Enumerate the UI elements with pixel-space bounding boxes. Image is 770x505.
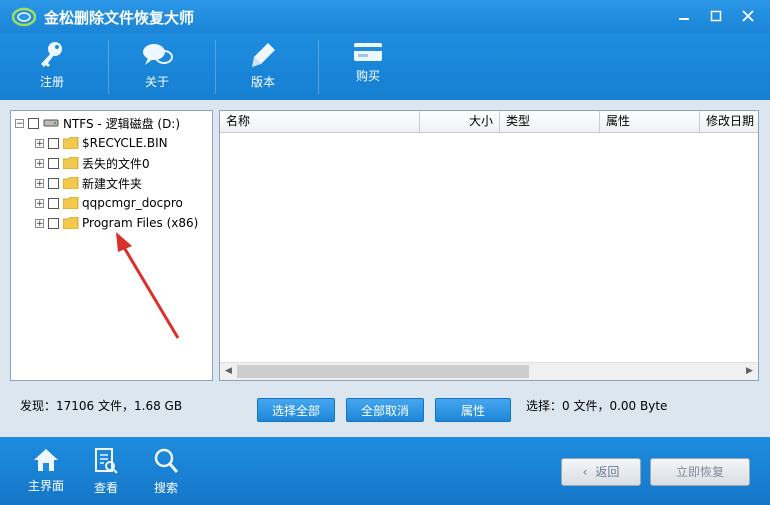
version-label: 版本: [250, 75, 275, 89]
scroll-thumb[interactable]: [237, 365, 529, 378]
card-icon: [354, 43, 382, 61]
column-header-modified[interactable]: 修改日期: [700, 111, 758, 132]
chat-icon: [143, 44, 173, 65]
column-header-type[interactable]: 类型: [500, 111, 600, 132]
search-icon: [154, 448, 179, 473]
buy-label: 购买: [355, 69, 380, 83]
column-header-size[interactable]: 大小: [420, 111, 500, 132]
home-label: 主界面: [27, 479, 64, 493]
document-search-icon: [95, 448, 118, 474]
toolbar-divider: [108, 40, 109, 94]
top-toolbar: 注册 关于 版本 购买: [0, 34, 770, 101]
register-button[interactable]: 注册: [17, 40, 87, 94]
maximize-icon: [710, 10, 722, 22]
tree-item-label: qqpcmgr_docpro: [82, 196, 183, 210]
home-icon: [34, 449, 58, 471]
folder-icon: [63, 137, 79, 149]
tree-item-label: 新建文件夹: [82, 176, 143, 191]
tree-checkbox[interactable]: [48, 177, 59, 189]
tree-root[interactable]: − NTFS - 逻辑磁盘 (D:): [15, 114, 180, 132]
tree-item[interactable]: + qqpcmgr_docpro: [35, 194, 183, 212]
horizontal-scrollbar[interactable]: ◀ ▶: [220, 362, 758, 380]
recover-now-button[interactable]: 立即恢复: [650, 458, 750, 486]
folder-icon: [63, 177, 79, 189]
back-button[interactable]: ‹ 返回: [561, 458, 641, 486]
search-button[interactable]: 搜索: [141, 447, 191, 496]
key-icon: [41, 42, 62, 67]
tree-item[interactable]: + 丢失的文件0: [35, 154, 150, 172]
found-status: 发现：17106 文件，1.68 GB: [20, 399, 183, 413]
tree-item-label: 丢失的文件0: [82, 156, 150, 171]
select-all-button[interactable]: 选择全部: [257, 398, 335, 422]
title-bar: 金松删除文件恢复大师: [0, 0, 770, 34]
expand-toggle[interactable]: +: [35, 218, 44, 228]
back-label: 返回: [595, 465, 620, 479]
scroll-left-icon[interactable]: ◀: [220, 363, 237, 380]
register-label: 注册: [39, 75, 64, 89]
selected-status: 选择：0 文件，0.00 Byte: [526, 399, 668, 413]
tree-item-label: $RECYCLE.BIN: [82, 136, 168, 150]
expand-toggle[interactable]: +: [35, 178, 44, 188]
tree-item[interactable]: + 新建文件夹: [35, 174, 142, 192]
chevron-left-icon: ‹: [582, 465, 588, 479]
about-label: 关于: [144, 75, 169, 89]
minimize-icon: [679, 18, 689, 20]
collapse-toggle[interactable]: −: [15, 118, 24, 128]
tree-checkbox[interactable]: [48, 217, 59, 229]
tree-item[interactable]: + $RECYCLE.BIN: [35, 134, 168, 152]
folder-icon: [63, 157, 79, 169]
column-header-attributes[interactable]: 属性: [600, 111, 700, 132]
column-header-name[interactable]: 名称: [220, 111, 420, 132]
pen-icon: [252, 43, 275, 67]
expand-toggle[interactable]: +: [35, 138, 44, 148]
expand-toggle[interactable]: +: [35, 198, 44, 208]
tree-root-label: NTFS - 逻辑磁盘 (D:): [63, 116, 181, 131]
disk-icon: [43, 119, 59, 127]
folder-icon: [63, 217, 79, 229]
annotation-arrow: [116, 232, 180, 339]
toolbar-divider: [215, 40, 216, 94]
toolbar-divider: [318, 40, 319, 94]
view-label: 查看: [93, 481, 118, 495]
list-header: 名称 大小 类型 属性 修改日期: [220, 111, 758, 133]
scroll-right-icon[interactable]: ▶: [741, 363, 758, 380]
close-icon: [742, 10, 754, 22]
properties-button[interactable]: 属性: [435, 398, 511, 422]
expand-toggle[interactable]: +: [35, 158, 44, 168]
tree-checkbox[interactable]: [48, 137, 59, 149]
app-logo-icon: [12, 7, 36, 27]
tree-checkbox[interactable]: [48, 197, 59, 209]
buy-button[interactable]: 购买: [333, 40, 403, 94]
window-title: 金松删除文件恢复大师: [44, 9, 195, 27]
view-button[interactable]: 查看: [81, 447, 131, 496]
about-button[interactable]: 关于: [122, 40, 192, 94]
version-button[interactable]: 版本: [228, 40, 298, 94]
tree-checkbox[interactable]: [28, 117, 39, 129]
file-list[interactable]: 名称 大小 类型 属性 修改日期 ◀ ▶: [219, 110, 759, 381]
tree-checkbox[interactable]: [48, 157, 59, 169]
folder-icon: [63, 197, 79, 209]
deselect-all-button[interactable]: 全部取消: [346, 398, 424, 422]
minimize-button[interactable]: [670, 4, 698, 28]
close-button[interactable]: [734, 4, 762, 28]
search-label: 搜索: [153, 481, 178, 495]
maximize-button[interactable]: [702, 4, 730, 28]
home-button[interactable]: 主界面: [21, 447, 71, 494]
